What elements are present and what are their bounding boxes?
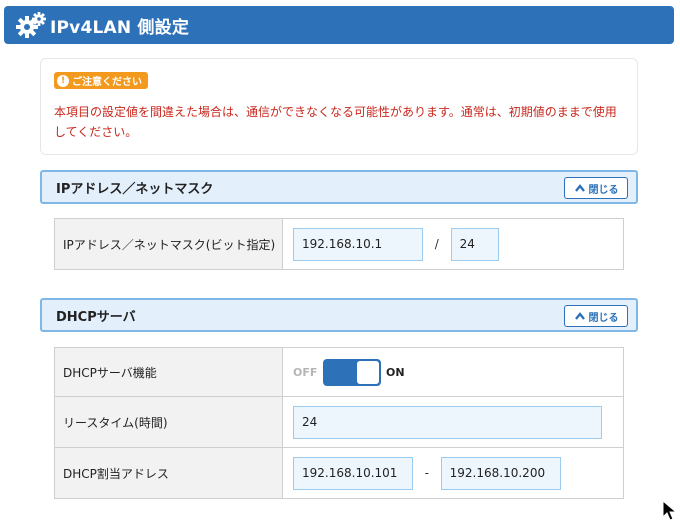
dhcp-server-toggle[interactable] xyxy=(323,358,381,386)
dhcp-settings-table: DHCPサーバ機能 OFF ON リースタイム(時間) 24 DHCP割当アドレ… xyxy=(54,347,624,499)
dhcp-range-end-input[interactable]: 192.168.10.200 xyxy=(440,456,561,490)
chevron-up-icon xyxy=(574,184,585,192)
caution-badge-label: ご注意ください xyxy=(72,77,142,88)
ip-section-close-label: 閉じる xyxy=(588,184,619,196)
table-row: DHCPサーバ機能 OFF ON xyxy=(54,347,624,397)
netmask-bits-input[interactable]: 24 xyxy=(450,227,499,261)
gears-icon xyxy=(14,10,48,40)
notice-box: ! ご注意ください 本項目の設定値を間違えた場合は、通信ができなくなる可能性があ… xyxy=(40,58,638,155)
page-header: IPv4LAN 側設定 xyxy=(4,6,674,44)
ip-section-header: IPアドレス／ネットマスク 閉じる xyxy=(40,170,638,204)
exclamation-icon: ! xyxy=(57,74,69,87)
page-title: IPv4LAN 側設定 xyxy=(50,17,190,38)
mouse-cursor-icon xyxy=(662,500,678,521)
table-row: IPアドレス／ネットマスク(ビット指定) 192.168.10.1 / 24 xyxy=(54,218,624,270)
table-row: DHCP割当アドレス 192.168.10.101 - 192.168.10.2… xyxy=(54,447,624,499)
lease-time-input[interactable]: 24 xyxy=(293,405,602,439)
dhcp-toggle-group: OFF ON xyxy=(293,358,623,386)
ip-mask-separator: / xyxy=(434,237,439,251)
dhcp-range-separator: - xyxy=(424,466,429,480)
lease-time-label: リースタイム(時間) xyxy=(54,396,283,448)
ip-netmask-label: IPアドレス／ネットマスク(ビット指定) xyxy=(54,218,283,270)
ip-section-title: IPアドレス／ネットマスク xyxy=(56,181,214,197)
ip-settings-table: IPアドレス／ネットマスク(ビット指定) 192.168.10.1 / 24 xyxy=(54,218,624,270)
dhcp-section-close-label: 閉じる xyxy=(588,312,619,324)
ip-section-close-button[interactable]: 閉じる xyxy=(564,177,628,199)
dhcp-range-start-input[interactable]: 192.168.10.101 xyxy=(293,456,413,490)
dhcp-function-label: DHCPサーバ機能 xyxy=(54,347,283,397)
ip-address-input[interactable]: 192.168.10.1 xyxy=(293,227,423,261)
dhcp-section-header: DHCPサーバ 閉じる xyxy=(40,298,638,332)
table-row: リースタイム(時間) 24 xyxy=(54,396,624,448)
toggle-on-label: ON xyxy=(386,365,405,379)
chevron-up-icon xyxy=(574,312,585,320)
dhcp-section-title: DHCPサーバ xyxy=(56,309,136,325)
toggle-knob[interactable] xyxy=(357,360,379,384)
notice-text: 本項目の設定値を間違えた場合は、通信ができなくなる可能性があります。通常は、初期… xyxy=(54,105,617,139)
toggle-off-label: OFF xyxy=(293,365,318,379)
dhcp-range-label: DHCP割当アドレス xyxy=(54,447,283,499)
caution-badge: ! ご注意ください xyxy=(54,72,148,89)
dhcp-section-close-button[interactable]: 閉じる xyxy=(564,305,628,327)
